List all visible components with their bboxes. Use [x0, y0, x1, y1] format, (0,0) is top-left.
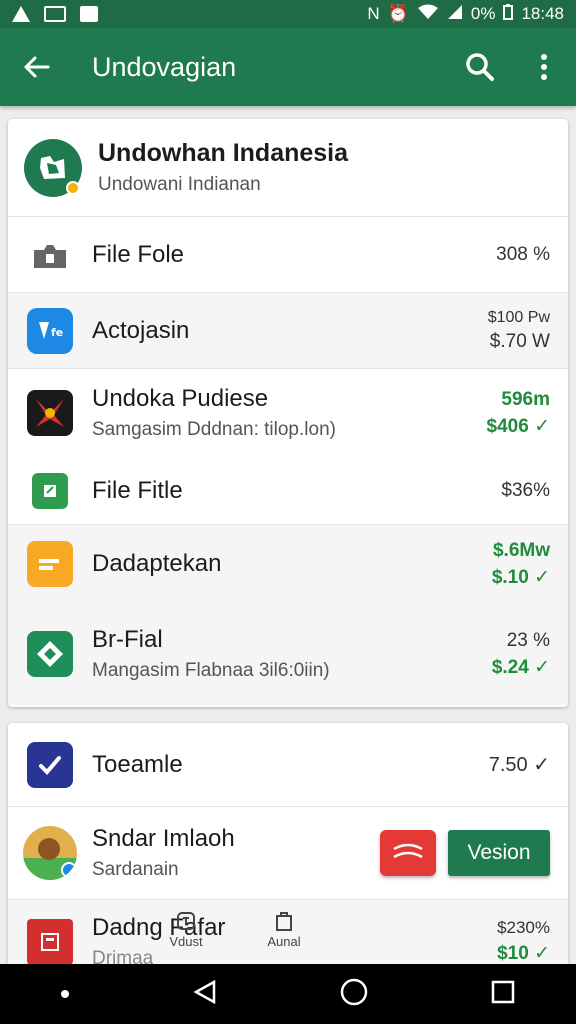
signal-icon — [447, 4, 463, 25]
list-item[interactable]: Undoka Pudiese Samgasim Dddnan: tilop.lo… — [8, 369, 568, 457]
system-nav-bar — [0, 964, 576, 1024]
red-action-button[interactable] — [380, 830, 436, 876]
tab-vdust[interactable]: Vdust — [158, 900, 214, 949]
item-value: 7.50 ✓ — [488, 754, 550, 776]
square-recents-icon — [491, 980, 514, 1003]
more-options-button[interactable] — [512, 28, 576, 106]
bag-icon — [276, 912, 292, 931]
diamond-app-icon — [27, 631, 73, 677]
item-subtitle: Sardanain — [92, 859, 179, 880]
item-price: $406 ✓ — [486, 415, 550, 437]
list-item[interactable]: Br-Fial Mangasim Flabnaa 3il6:0iin) 23 %… — [8, 603, 568, 705]
nav-back-button[interactable] — [192, 979, 218, 1010]
list-item[interactable]: Sndar Imlaoh Sardanain Vesion — [8, 807, 568, 899]
item-price: $.10 ✓ — [491, 566, 550, 588]
battery-level: 0% — [470, 4, 496, 23]
item-subtitle: Samgasim Dddnan: tilop.lon) — [92, 419, 336, 440]
page-title: Undovagian — [92, 51, 237, 82]
app-bar: Undovagian — [0, 28, 576, 106]
search-icon — [466, 53, 494, 81]
list-item[interactable]: fe Actojasin $100 Pw $.70 W — [8, 293, 568, 369]
item-price: $10 ✓ — [497, 943, 550, 964]
item-value: $.6Mw — [492, 539, 550, 561]
item-name: File Fole — [92, 240, 185, 268]
svg-text:fe: fe — [51, 326, 63, 339]
more-vert-icon — [541, 54, 547, 80]
message-icon — [80, 6, 98, 22]
item-value: 596m — [501, 388, 550, 410]
envelope-icon — [393, 843, 423, 859]
status-bar: N ⏰ 0% 18:48 — [0, 0, 576, 28]
list-item[interactable]: File Fole 308 % — [8, 217, 568, 293]
item-value: $230% — [497, 918, 550, 937]
item-value: $100 Pw — [487, 308, 550, 326]
item-value: 23 % — [506, 629, 550, 651]
game-app-icon — [27, 390, 73, 436]
notes-app-icon — [27, 541, 73, 587]
item-price: $.24 ✓ — [491, 656, 550, 678]
item-name: Br-Fial — [92, 626, 163, 653]
item-name: Toeamle — [92, 750, 183, 778]
item-name: Actojasin — [92, 316, 190, 344]
circle-home-icon — [341, 978, 368, 1005]
check-app-icon — [27, 741, 73, 788]
badge-icon — [177, 912, 195, 930]
image-icon — [44, 6, 66, 22]
tab-label: Aunal — [267, 934, 301, 949]
battery-icon — [503, 3, 514, 25]
tab-label: Vdust — [169, 934, 203, 949]
item-price: $.70 W — [489, 330, 550, 352]
nav-home-button[interactable] — [340, 978, 368, 1011]
main-card: Undowhan Indanesia Undowani Indianan Fil… — [8, 119, 568, 707]
blue-app-icon: fe — [27, 307, 73, 354]
triangle-back-icon — [193, 979, 215, 1004]
notification-icon — [12, 6, 30, 22]
file-app-icon — [32, 472, 68, 509]
red-app-icon — [27, 918, 73, 965]
arrow-back-icon — [24, 56, 50, 78]
secondary-card: Toeamle 7.50 ✓ Sndar Imlaoh Sardanain Ve… — [8, 723, 568, 983]
list-item[interactable]: Toeamle 7.50 ✓ — [8, 723, 568, 807]
item-value: $36% — [501, 479, 550, 501]
back-button[interactable] — [0, 28, 72, 106]
item-name: Dadaptekan — [92, 550, 222, 577]
list-item[interactable]: Dadaptekan $.6Mw $.10 ✓ — [8, 525, 568, 603]
search-button[interactable] — [448, 28, 512, 106]
alarm-icon: ⏰ — [387, 4, 409, 23]
wifi-icon — [417, 4, 439, 25]
lock-folder-icon — [34, 244, 66, 268]
list-item[interactable]: File Fitle $36% — [8, 457, 568, 525]
nav-dot-button[interactable] — [61, 990, 70, 998]
item-name: Undoka Pudiese — [92, 385, 269, 412]
item-value: 308 % — [496, 243, 550, 265]
item-subtitle: Mangasim Flabnaa 3il6:0iin) — [92, 660, 330, 681]
header-title: Undowhan Indanesia — [98, 139, 349, 167]
avatar — [23, 826, 77, 880]
item-name: Sndar Imlaoh — [92, 825, 235, 852]
app-logo-icon — [24, 138, 82, 197]
clock: 18:48 — [521, 4, 564, 23]
item-name: File Fitle — [92, 476, 183, 504]
app-header[interactable]: Undowhan Indanesia Undowani Indianan — [8, 119, 568, 217]
nfc-icon: N — [367, 4, 380, 23]
vesion-button[interactable]: Vesion — [448, 830, 550, 876]
tab-aunal[interactable]: Aunal — [256, 900, 312, 949]
nav-recents-button[interactable] — [491, 980, 515, 1009]
header-subtitle: Undowani Indianan — [98, 174, 261, 195]
